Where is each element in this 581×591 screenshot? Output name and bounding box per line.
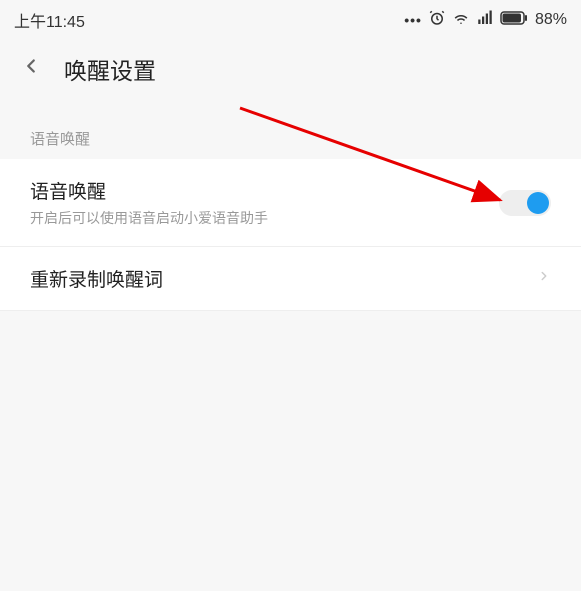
voice-wakeup-toggle[interactable] bbox=[499, 190, 551, 216]
battery-icon bbox=[500, 11, 528, 30]
status-icons: ••• bbox=[404, 9, 528, 32]
status-bar: 上午11:45 ••• bbox=[0, 0, 581, 36]
page-title: 唤醒设置 bbox=[64, 52, 156, 86]
content-area: 语音唤醒 语音唤醒 开启后可以使用语音启动小爱语音助手 重新录制唤醒词 bbox=[0, 110, 581, 591]
toggle-knob bbox=[527, 192, 549, 214]
status-right: ••• bbox=[404, 9, 567, 32]
signal-icon bbox=[476, 9, 494, 32]
section-header: 语音唤醒 bbox=[0, 110, 581, 159]
voice-wakeup-text: 语音唤醒 开启后可以使用语音启动小爱语音助手 bbox=[30, 177, 268, 228]
more-icon: ••• bbox=[404, 12, 422, 28]
rerecord-title: 重新录制唤醒词 bbox=[30, 265, 163, 292]
voice-wakeup-item[interactable]: 语音唤醒 开启后可以使用语音启动小爱语音助手 bbox=[0, 159, 581, 247]
rerecord-item[interactable]: 重新录制唤醒词 bbox=[0, 247, 581, 311]
status-time: 上午11:45 bbox=[14, 8, 85, 32]
chevron-right-icon bbox=[537, 266, 551, 292]
battery-percentage: 88% bbox=[535, 11, 567, 29]
voice-wakeup-desc: 开启后可以使用语音启动小爱语音助手 bbox=[30, 208, 268, 228]
alarm-icon bbox=[428, 9, 446, 32]
page-header: 唤醒设置 bbox=[0, 36, 581, 110]
wifi-icon bbox=[452, 9, 470, 32]
voice-wakeup-title: 语音唤醒 bbox=[30, 177, 268, 204]
back-button[interactable] bbox=[20, 55, 42, 84]
